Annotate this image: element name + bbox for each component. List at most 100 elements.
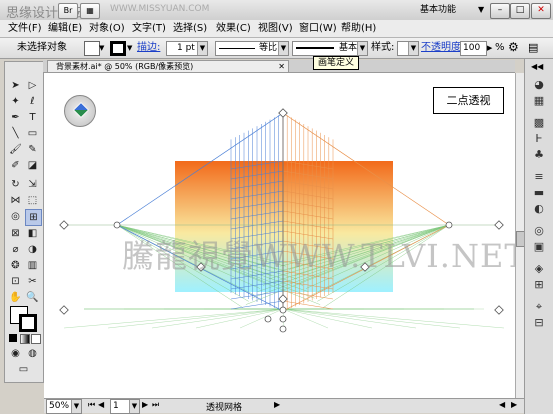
menu-select[interactable]: 选择(S) bbox=[173, 22, 207, 36]
gradient-tool-icon[interactable]: ◧ bbox=[25, 226, 40, 241]
right-horizon-handle[interactable] bbox=[494, 220, 504, 230]
menu-options-icon[interactable]: ⚙ bbox=[508, 40, 519, 54]
close-icon[interactable]: ✕ bbox=[278, 61, 285, 73]
shape-builder-tool-icon[interactable]: ◎ bbox=[8, 209, 23, 224]
bridge-button[interactable]: Br bbox=[58, 3, 78, 19]
workspace-switcher[interactable]: 基本功能 bbox=[420, 3, 478, 17]
stroke-label[interactable]: 描边: bbox=[137, 42, 160, 54]
artboard-tool-icon[interactable]: ⊡ bbox=[8, 274, 23, 289]
chevron-down-icon[interactable]: ▼ bbox=[127, 44, 132, 52]
swatches-panel-icon[interactable]: ▩ bbox=[530, 115, 548, 131]
align-panel-icon[interactable]: ⊟ bbox=[530, 315, 548, 331]
stroke-swatch[interactable] bbox=[110, 41, 126, 56]
menu-object[interactable]: 对象(O) bbox=[89, 22, 125, 36]
menu-effect[interactable]: 效果(C) bbox=[216, 22, 251, 36]
slice-tool-icon[interactable]: ✂ bbox=[25, 274, 40, 289]
color-mode-icon[interactable] bbox=[9, 334, 17, 342]
hand-tool-icon[interactable]: ✋ bbox=[8, 290, 23, 305]
menu-file[interactable]: 文件(F) bbox=[8, 22, 42, 36]
right-vanishing-point-handle[interactable] bbox=[445, 221, 453, 229]
stroke-color-swatch[interactable] bbox=[19, 314, 37, 332]
perspective-grid-tool-icon[interactable]: ⊞ bbox=[25, 209, 42, 226]
gradient-mode-icon[interactable] bbox=[20, 334, 30, 344]
next-page-icon[interactable]: ▶ bbox=[142, 400, 148, 409]
page-dropdown[interactable]: 1 ▼ bbox=[110, 399, 140, 414]
menu-type[interactable]: 文字(T) bbox=[132, 22, 166, 36]
draw-normal-icon[interactable]: ◉ bbox=[8, 346, 23, 361]
brush-definition-dropdown[interactable]: 基本 ▼ bbox=[292, 41, 368, 56]
color-panel-icon[interactable]: ◕ bbox=[530, 77, 548, 93]
left-horizon-handle[interactable] bbox=[59, 220, 69, 230]
previous-page-icon[interactable]: ◀ bbox=[98, 400, 104, 409]
line-tool-icon[interactable]: ╲ bbox=[8, 126, 23, 141]
stroke-panel-icon[interactable]: ≡ bbox=[530, 169, 548, 185]
none-mode-icon[interactable] bbox=[31, 334, 41, 344]
pen-tool-icon[interactable]: ✒ bbox=[8, 110, 23, 125]
chevron-right-icon[interactable]: ▶ bbox=[274, 400, 280, 409]
pencil-tool-icon[interactable]: ✎ bbox=[25, 142, 40, 157]
symbols-panel-icon[interactable]: ♣ bbox=[530, 147, 548, 163]
perspective-origin-handle[interactable] bbox=[279, 325, 287, 333]
blob-brush-tool-icon[interactable]: ✐ bbox=[8, 158, 23, 173]
opacity-label[interactable]: 不透明度: bbox=[421, 42, 464, 54]
zoom-dropdown[interactable]: 50% ▼ bbox=[46, 399, 82, 414]
transparency-panel-icon[interactable]: ◐ bbox=[530, 201, 548, 217]
opacity-input[interactable]: 100 bbox=[460, 41, 487, 56]
brushes-panel-icon[interactable]: Ⱶ bbox=[530, 131, 548, 147]
graphic-styles-panel-icon[interactable]: ▣ bbox=[530, 239, 548, 255]
artboards-panel-icon[interactable]: ⊞ bbox=[530, 277, 548, 293]
arrange-documents-button[interactable]: ▦ bbox=[80, 3, 100, 19]
selection-tool-icon[interactable]: ➤ bbox=[8, 78, 23, 93]
scroll-left-icon[interactable]: ◀ bbox=[499, 400, 505, 409]
chevron-right-icon[interactable]: ▶ bbox=[487, 44, 492, 52]
ground-level-handle[interactable] bbox=[279, 306, 287, 314]
scale-tool-icon[interactable]: ⇲ bbox=[25, 177, 40, 192]
document-tab[interactable]: 背景素材.ai* @ 50% (RGB/像素预览) ✕ bbox=[47, 60, 289, 72]
transform-panel-icon[interactable]: ⌖ bbox=[530, 299, 548, 315]
origin-handle[interactable] bbox=[278, 294, 288, 304]
close-button[interactable]: ✕ bbox=[531, 3, 551, 19]
scroll-right-icon[interactable]: ▶ bbox=[511, 400, 517, 409]
rotate-tool-icon[interactable]: ↻ bbox=[8, 177, 23, 192]
mesh-tool-icon[interactable]: ⊠ bbox=[8, 226, 23, 241]
column-graph-tool-icon[interactable]: ▥ bbox=[25, 258, 40, 273]
type-tool-icon[interactable]: T bbox=[25, 110, 40, 125]
menu-view[interactable]: 视图(V) bbox=[258, 22, 293, 36]
appearance-panel-icon[interactable]: ◎ bbox=[530, 223, 548, 239]
variable-width-profile-dropdown[interactable]: 等比 ▼ bbox=[215, 41, 289, 56]
menu-help[interactable]: 帮助(H) bbox=[341, 22, 376, 36]
layers-panel-icon[interactable]: ◈ bbox=[530, 261, 548, 277]
graphic-style-dropdown[interactable]: ▼ bbox=[397, 41, 419, 56]
paintbrush-tool-icon[interactable]: 🖌 bbox=[8, 142, 23, 157]
zoom-tool-icon[interactable]: 🔍 bbox=[25, 290, 40, 305]
eraser-tool-icon[interactable]: ◪ bbox=[25, 158, 40, 173]
left-vanishing-point-handle[interactable] bbox=[113, 221, 121, 229]
eyedropper-tool-icon[interactable]: ⌀ bbox=[8, 242, 23, 257]
maximize-button[interactable]: □ bbox=[510, 3, 530, 19]
chevron-down-icon[interactable]: ▼ bbox=[478, 5, 484, 14]
plane-switching-widget-icon[interactable] bbox=[64, 95, 96, 127]
lasso-tool-icon[interactable]: ℓ bbox=[25, 94, 40, 109]
chevron-down-icon[interactable]: ▼ bbox=[99, 44, 104, 52]
draw-inside-icon[interactable]: ◍ bbox=[25, 346, 40, 361]
left-ground-handle[interactable] bbox=[59, 305, 69, 315]
panel-menu-icon[interactable]: ▤ bbox=[528, 41, 538, 54]
grid-origin-handle[interactable] bbox=[279, 315, 287, 323]
direct-selection-tool-icon[interactable]: ▷ bbox=[25, 78, 40, 93]
screen-mode-icon[interactable]: ▭ bbox=[16, 362, 31, 377]
gradient-panel-icon[interactable]: ▬ bbox=[530, 185, 548, 201]
fill-swatch[interactable] bbox=[84, 41, 100, 56]
menu-edit[interactable]: 编辑(E) bbox=[48, 22, 82, 36]
minimize-button[interactable]: – bbox=[490, 3, 510, 19]
artboard-canvas[interactable]: 騰龍視覺WWW.TLVI.NET 二点透视 bbox=[44, 73, 526, 398]
last-page-icon[interactable]: ⏭ bbox=[152, 400, 159, 410]
vertical-extent-handle[interactable] bbox=[278, 108, 288, 118]
grid-cell-size-handle[interactable] bbox=[264, 315, 272, 323]
right-ground-handle[interactable] bbox=[494, 305, 504, 315]
collapse-panels-icon[interactable]: ◀◀ bbox=[531, 62, 543, 71]
magic-wand-tool-icon[interactable]: ✦ bbox=[8, 94, 23, 109]
blend-tool-icon[interactable]: ◑ bbox=[25, 242, 40, 257]
rectangle-tool-icon[interactable]: ▭ bbox=[25, 126, 40, 141]
color-guide-icon[interactable]: ▦ bbox=[530, 93, 548, 109]
first-page-icon[interactable]: ⏮ bbox=[88, 400, 95, 410]
